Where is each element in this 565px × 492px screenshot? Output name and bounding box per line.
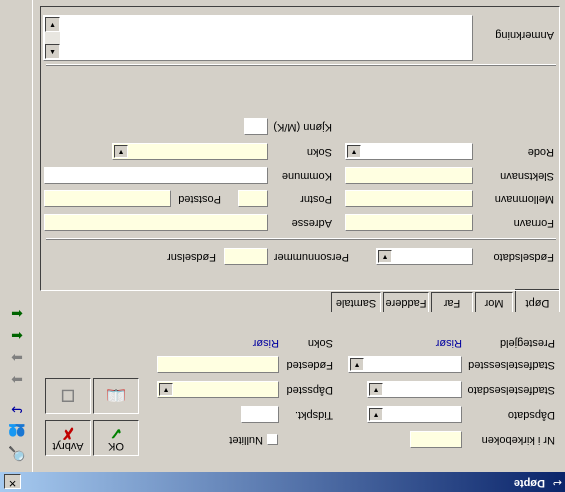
kjonn-field[interactable]: [244, 118, 268, 135]
personnummer-field[interactable]: [224, 248, 268, 265]
poststed-field[interactable]: [44, 190, 171, 207]
daapssted-field[interactable]: ▼: [157, 381, 279, 398]
book-button[interactable]: 📖: [93, 378, 139, 414]
first-icon[interactable]: ⬅: [5, 304, 29, 324]
search-icon[interactable]: 🔍: [5, 444, 29, 464]
fodested-label: Fødested: [286, 359, 333, 371]
nr-field[interactable]: [410, 431, 462, 448]
tidspkt-field[interactable]: [241, 406, 279, 423]
divider: [46, 238, 556, 240]
people-icon[interactable]: 👥: [5, 422, 29, 442]
previous-icon[interactable]: ⬅: [5, 326, 29, 346]
chevron-down-icon[interactable]: ▼: [114, 145, 128, 158]
cross-icon: ✗: [61, 424, 75, 441]
postnr-label: Postnr: [300, 193, 332, 205]
divider: [46, 64, 556, 66]
scroll-up-icon[interactable]: ▲: [45, 44, 60, 59]
chevron-down-icon[interactable]: ▼: [347, 145, 361, 158]
sokn-field[interactable]: ▼: [112, 143, 268, 160]
document-icon: ☐: [60, 386, 76, 403]
fodselsdato-field[interactable]: ▼: [376, 248, 473, 265]
scroll-down-icon[interactable]: ▼: [45, 17, 60, 32]
slektsnavn-field[interactable]: [345, 167, 473, 184]
prestegjeld-value[interactable]: Risør: [436, 337, 462, 349]
adresse-label: Adresse: [291, 217, 332, 229]
nullitet-label: Nullitet: [229, 434, 263, 446]
fodested-field[interactable]: [157, 356, 279, 373]
disabled-button[interactable]: ☐: [45, 378, 91, 414]
tab-far[interactable]: Far: [431, 292, 473, 312]
dapsdato-field[interactable]: ▼: [367, 406, 462, 423]
main-area: Nr i kirkeboken Nullitet Dåpsdato ▼ Tids…: [35, 0, 565, 472]
tab-dopt[interactable]: Døpt: [515, 289, 560, 312]
check-icon: ✓: [109, 424, 123, 441]
kommune-label: Kommune: [281, 170, 332, 182]
close-button[interactable]: ✕: [4, 474, 21, 489]
chevron-down-icon[interactable]: ▼: [378, 250, 392, 263]
stadfestelsessted-label: Stadfestelsessted: [468, 359, 555, 371]
kommune-field[interactable]: [44, 167, 268, 184]
chevron-down-icon[interactable]: ▼: [369, 383, 383, 396]
nr-label: Nr i kirkeboken: [481, 434, 555, 446]
kjonn-label: Kjønn (M/K): [273, 121, 332, 133]
side-toolbar: 🔍 👥 ↪ ➡ ➡ ⬅ ⬅: [0, 0, 33, 472]
ok-button[interactable]: OK ✓: [93, 420, 139, 456]
slektsnavn-label: Slektsnavn: [500, 170, 554, 182]
next-icon[interactable]: ➡: [5, 370, 29, 390]
undo-icon[interactable]: ↪: [5, 400, 29, 420]
tidspkt-label: Tidspkt.: [294, 409, 333, 421]
anmerkning-label: Anmerkning: [495, 29, 554, 41]
fodselsnr-label: Fødselsnr: [167, 251, 216, 263]
fornavn-label: Fornavn: [513, 217, 554, 229]
anmerkning-textarea[interactable]: ▲ ▼: [43, 15, 473, 61]
stadfestelsesdato-label: Stadfestelsesdato: [467, 384, 555, 396]
chevron-down-icon[interactable]: ▼: [369, 408, 383, 421]
tab-samtale[interactable]: Samtale: [331, 292, 381, 312]
title-bar: ↩ Døpte ✕: [0, 472, 565, 492]
adresse-field[interactable]: [44, 214, 268, 231]
mellomnavn-field[interactable]: [345, 190, 473, 207]
tab-panel: Fødselsdato ▼ Personnummer Fødselsnr For…: [40, 6, 560, 291]
chevron-down-icon[interactable]: ▼: [350, 358, 364, 371]
sokn-value[interactable]: Risør: [253, 337, 279, 349]
stadfestelsesdato-field[interactable]: ▼: [367, 381, 462, 398]
fodselsdato-label: Fødselsdato: [493, 251, 554, 263]
rode-label: Rode: [527, 146, 554, 158]
tab-faddere[interactable]: Faddere: [383, 292, 429, 312]
avbryt-button[interactable]: Avbryt ✗: [45, 420, 91, 456]
window-title: Døpte: [513, 477, 545, 489]
last-icon[interactable]: ➡: [5, 348, 29, 368]
fornavn-field[interactable]: [345, 214, 473, 231]
prestegjeld-label: Prestegjeld: [499, 337, 555, 349]
scrollbar[interactable]: ▲ ▼: [45, 17, 60, 59]
daapssted-label: Dåpssted: [286, 384, 333, 396]
personnummer-label: Personnummer: [273, 251, 349, 263]
stadfestelsessted-field[interactable]: ▼: [348, 356, 462, 373]
sokn-form-label: Sokn: [306, 146, 332, 158]
tab-mor[interactable]: Mor: [475, 292, 513, 312]
dialog-window: ↩ Døpte ✕ Nr i kirkeboken Nullitet Dåpsd…: [0, 0, 565, 492]
dapsdato-label: Dåpsdato: [507, 409, 555, 421]
app-icon: ↩: [552, 476, 562, 488]
book-icon: 📖: [106, 386, 126, 403]
mellomnavn-label: Mellomnavn: [494, 193, 554, 205]
poststed-label: Poststed: [178, 193, 221, 205]
nullitet-checkbox[interactable]: [267, 434, 278, 445]
rode-field[interactable]: ▼: [345, 143, 473, 160]
sokn-label: Sokn: [307, 337, 333, 349]
postnr-field[interactable]: [238, 190, 268, 207]
chevron-down-icon[interactable]: ▼: [159, 383, 173, 396]
